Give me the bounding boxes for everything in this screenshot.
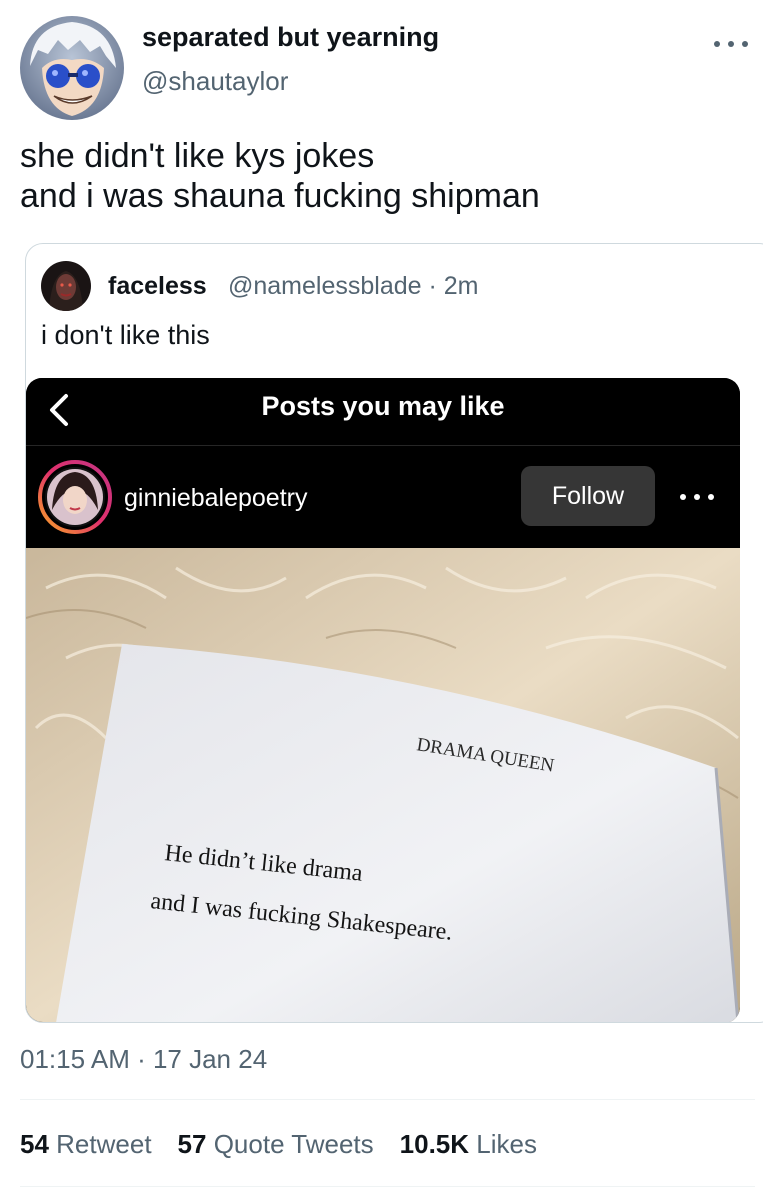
quote-tweets-label: Quote Tweets xyxy=(213,1129,374,1159)
divider-bottom xyxy=(20,1186,755,1187)
anime-avatar-icon xyxy=(20,16,124,120)
dark-portrait-avatar-icon xyxy=(41,261,91,311)
likes-label: Likes xyxy=(476,1129,537,1159)
ig-username[interactable]: ginniebalepoetry xyxy=(124,484,307,513)
retweet-label: Retweet xyxy=(56,1129,152,1159)
likes-number: 10.5K xyxy=(399,1129,470,1159)
quote-tweets-count[interactable]: 57 Quote Tweets xyxy=(178,1129,374,1160)
embedded-screenshot[interactable]: Posts you may like ginniebalepoetry Foll… xyxy=(26,378,740,1022)
quoted-author-avatar[interactable] xyxy=(41,261,91,311)
quote-tweets-number: 57 xyxy=(177,1129,207,1159)
tweet-timestamp[interactable]: 01:15 AM · 17 Jan 24 xyxy=(20,1044,267,1075)
ig-post-photo[interactable]: DRAMA QUEEN He didn’t like drama and I w… xyxy=(26,548,740,1022)
ig-page-title: Posts you may like xyxy=(261,391,505,421)
quoted-handle-time[interactable]: @namelessblade · 2m xyxy=(228,272,479,301)
retweet-number: 54 xyxy=(20,1129,49,1159)
ig-post-header: ginniebalepoetry Follow xyxy=(26,446,740,548)
ig-follow-button[interactable]: Follow xyxy=(521,466,655,526)
more-options-icon[interactable] xyxy=(714,34,748,54)
ig-more-icon[interactable] xyxy=(680,493,714,501)
likes-count[interactable]: 10.5K Likes xyxy=(400,1129,537,1160)
author-display-name[interactable]: separated but yearning xyxy=(142,22,439,53)
ig-header: Posts you may like xyxy=(26,378,740,444)
divider xyxy=(20,1099,755,1100)
retweet-count[interactable]: 54 Retweet xyxy=(20,1129,152,1160)
tweet-text: she didn't like kys jokes and i was shau… xyxy=(20,136,540,216)
author-handle[interactable]: @shautaylor xyxy=(142,66,288,97)
quoted-tweet-card[interactable]: faceless @namelessblade · 2m i don't lik… xyxy=(25,243,763,1023)
quoted-display-name[interactable]: faceless xyxy=(108,272,207,301)
engagement-stats: 54 Retweet 57 Quote Tweets 10.5K Likes xyxy=(20,1129,563,1160)
tweet-text-line-1: she didn't like kys jokes xyxy=(20,137,375,175)
quoted-tweet-text: i don't like this xyxy=(41,320,210,350)
ig-story-avatar[interactable] xyxy=(38,460,112,534)
author-avatar[interactable] xyxy=(20,16,124,120)
tweet-text-line-2: and i was shauna fucking shipman xyxy=(20,177,540,215)
